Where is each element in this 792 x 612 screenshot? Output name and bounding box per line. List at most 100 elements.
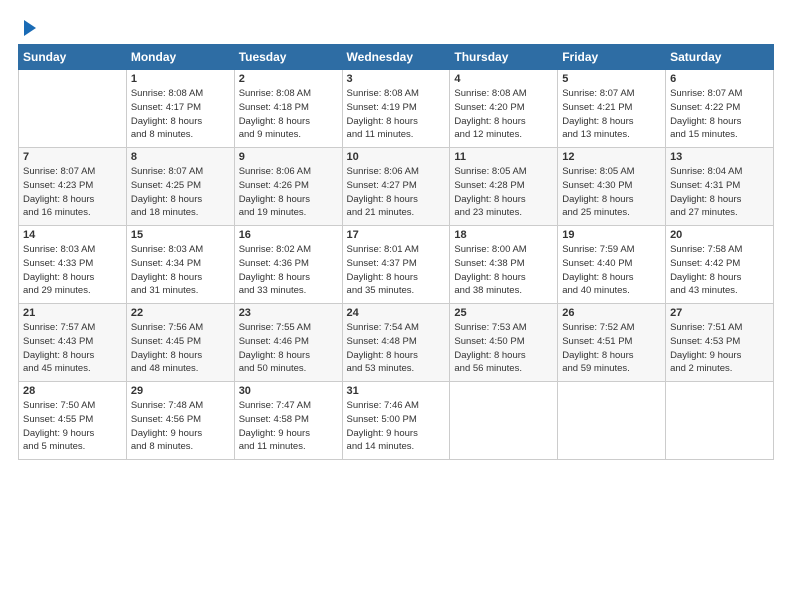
- cell-info: Sunrise: 8:02 AMSunset: 4:36 PMDaylight:…: [239, 243, 338, 298]
- cell-info: Sunrise: 7:50 AMSunset: 4:55 PMDaylight:…: [23, 399, 122, 454]
- calendar-cell: 4Sunrise: 8:08 AMSunset: 4:20 PMDaylight…: [450, 70, 558, 148]
- calendar-cell: 11 Sunrise: 8:05 AMSunset: 4:28 PMDayligh…: [450, 148, 558, 226]
- calendar-cell: 21 Sunrise: 7:57 AMSunset: 4:43 PMDayligh…: [19, 304, 127, 382]
- week-row-2: 7 Sunrise: 8:07 AMSunset: 4:23 PMDaylight…: [19, 148, 774, 226]
- cell-info: Sunrise: 8:06 AMSunset: 4:27 PMDaylight:…: [347, 165, 446, 220]
- calendar-cell: 16 Sunrise: 8:02 AMSunset: 4:36 PMDayligh…: [234, 226, 342, 304]
- day-number: 6: [670, 73, 769, 85]
- calendar-cell: 20 Sunrise: 7:58 AMSunset: 4:42 PMDayligh…: [666, 226, 774, 304]
- cell-info: Sunrise: 7:46 AMSunset: 5:00 PMDaylight:…: [347, 399, 446, 454]
- day-number: 7: [23, 151, 122, 163]
- cell-info: Sunrise: 7:51 AMSunset: 4:53 PMDaylight:…: [670, 321, 769, 376]
- calendar-cell: 1 Sunrise: 8:08 AMSunset: 4:17 PMDaylight…: [126, 70, 234, 148]
- cell-info: Sunrise: 8:05 AMSunset: 4:28 PMDaylight:…: [454, 165, 553, 220]
- col-header-thursday: Thursday: [450, 45, 558, 70]
- cell-info: Sunrise: 8:03 AMSunset: 4:33 PMDaylight:…: [23, 243, 122, 298]
- calendar-cell: 31 Sunrise: 7:46 AMSunset: 5:00 PMDayligh…: [342, 382, 450, 460]
- week-row-1: 1 Sunrise: 8:08 AMSunset: 4:17 PMDaylight…: [19, 70, 774, 148]
- cell-info: Sunrise: 7:47 AMSunset: 4:58 PMDaylight:…: [239, 399, 338, 454]
- calendar-cell: 30 Sunrise: 7:47 AMSunset: 4:58 PMDayligh…: [234, 382, 342, 460]
- cell-info: Sunrise: 8:07 AMSunset: 4:23 PMDaylight:…: [23, 165, 122, 220]
- calendar-cell: 9 Sunrise: 8:06 AMSunset: 4:26 PMDaylight…: [234, 148, 342, 226]
- calendar-cell: 25 Sunrise: 7:53 AMSunset: 4:50 PMDayligh…: [450, 304, 558, 382]
- day-number: 22: [131, 307, 230, 319]
- col-header-wednesday: Wednesday: [342, 45, 450, 70]
- cell-info: Sunrise: 8:08 AMSunset: 4:20 PMDaylight:…: [454, 87, 553, 142]
- cell-info: Sunrise: 8:04 AMSunset: 4:31 PMDaylight:…: [670, 165, 769, 220]
- day-number: 19: [562, 229, 661, 241]
- day-number: 8: [131, 151, 230, 163]
- day-number: 11: [454, 151, 553, 163]
- cell-info: Sunrise: 7:52 AMSunset: 4:51 PMDaylight:…: [562, 321, 661, 376]
- calendar-cell: 14 Sunrise: 8:03 AMSunset: 4:33 PMDayligh…: [19, 226, 127, 304]
- day-number: 18: [454, 229, 553, 241]
- calendar-cell: 13 Sunrise: 8:04 AMSunset: 4:31 PMDayligh…: [666, 148, 774, 226]
- calendar-cell: 7 Sunrise: 8:07 AMSunset: 4:23 PMDaylight…: [19, 148, 127, 226]
- cell-info: Sunrise: 8:08 AMSunset: 4:18 PMDaylight:…: [239, 87, 338, 142]
- calendar-cell: 23 Sunrise: 7:55 AMSunset: 4:46 PMDayligh…: [234, 304, 342, 382]
- calendar-cell: [558, 382, 666, 460]
- day-number: 1: [131, 73, 230, 85]
- header: [18, 18, 774, 34]
- cell-info: Sunrise: 7:55 AMSunset: 4:46 PMDaylight:…: [239, 321, 338, 376]
- day-number: 16: [239, 229, 338, 241]
- cell-info: Sunrise: 7:58 AMSunset: 4:42 PMDaylight:…: [670, 243, 769, 298]
- day-number: 3: [347, 73, 446, 85]
- cell-info: Sunrise: 8:00 AMSunset: 4:38 PMDaylight:…: [454, 243, 553, 298]
- cell-info: Sunrise: 8:08 AMSunset: 4:19 PMDaylight:…: [347, 87, 446, 142]
- day-number: 26: [562, 307, 661, 319]
- day-number: 9: [239, 151, 338, 163]
- calendar-cell: 24Sunrise: 7:54 AMSunset: 4:48 PMDayligh…: [342, 304, 450, 382]
- day-number: 23: [239, 307, 338, 319]
- cell-info: Sunrise: 8:01 AMSunset: 4:37 PMDaylight:…: [347, 243, 446, 298]
- col-header-friday: Friday: [558, 45, 666, 70]
- week-row-3: 14 Sunrise: 8:03 AMSunset: 4:33 PMDayligh…: [19, 226, 774, 304]
- calendar-cell: 18 Sunrise: 8:00 AMSunset: 4:38 PMDayligh…: [450, 226, 558, 304]
- cell-info: Sunrise: 7:59 AMSunset: 4:40 PMDaylight:…: [562, 243, 661, 298]
- calendar-cell: 26 Sunrise: 7:52 AMSunset: 4:51 PMDayligh…: [558, 304, 666, 382]
- calendar-cell: 10 Sunrise: 8:06 AMSunset: 4:27 PMDayligh…: [342, 148, 450, 226]
- day-number: 25: [454, 307, 553, 319]
- cell-info: Sunrise: 8:06 AMSunset: 4:26 PMDaylight:…: [239, 165, 338, 220]
- day-number: 20: [670, 229, 769, 241]
- col-header-saturday: Saturday: [666, 45, 774, 70]
- week-row-4: 21 Sunrise: 7:57 AMSunset: 4:43 PMDayligh…: [19, 304, 774, 382]
- calendar-cell: 29 Sunrise: 7:48 AMSunset: 4:56 PMDayligh…: [126, 382, 234, 460]
- calendar-table: SundayMondayTuesdayWednesdayThursdayFrid…: [18, 44, 774, 460]
- calendar-cell: 22 Sunrise: 7:56 AMSunset: 4:45 PMDayligh…: [126, 304, 234, 382]
- cell-info: Sunrise: 7:57 AMSunset: 4:43 PMDaylight:…: [23, 321, 122, 376]
- header-row: SundayMondayTuesdayWednesdayThursdayFrid…: [19, 45, 774, 70]
- cell-info: Sunrise: 8:07 AMSunset: 4:25 PMDaylight:…: [131, 165, 230, 220]
- week-row-5: 28Sunrise: 7:50 AMSunset: 4:55 PMDayligh…: [19, 382, 774, 460]
- calendar-cell: [450, 382, 558, 460]
- col-header-tuesday: Tuesday: [234, 45, 342, 70]
- cell-info: Sunrise: 7:56 AMSunset: 4:45 PMDaylight:…: [131, 321, 230, 376]
- day-number: 10: [347, 151, 446, 163]
- day-number: 21: [23, 307, 122, 319]
- day-number: 13: [670, 151, 769, 163]
- cell-info: Sunrise: 7:53 AMSunset: 4:50 PMDaylight:…: [454, 321, 553, 376]
- calendar-cell: 8 Sunrise: 8:07 AMSunset: 4:25 PMDaylight…: [126, 148, 234, 226]
- calendar-cell: 15 Sunrise: 8:03 AMSunset: 4:34 PMDayligh…: [126, 226, 234, 304]
- calendar-cell: 6 Sunrise: 8:07 AMSunset: 4:22 PMDaylight…: [666, 70, 774, 148]
- cell-info: Sunrise: 7:54 AMSunset: 4:48 PMDaylight:…: [347, 321, 446, 376]
- day-number: 15: [131, 229, 230, 241]
- day-number: 14: [23, 229, 122, 241]
- cell-info: Sunrise: 8:08 AMSunset: 4:17 PMDaylight:…: [131, 87, 230, 142]
- cell-info: Sunrise: 8:03 AMSunset: 4:34 PMDaylight:…: [131, 243, 230, 298]
- calendar-cell: 28Sunrise: 7:50 AMSunset: 4:55 PMDayligh…: [19, 382, 127, 460]
- day-number: 2: [239, 73, 338, 85]
- col-header-sunday: Sunday: [19, 45, 127, 70]
- calendar-cell: 12Sunrise: 8:05 AMSunset: 4:30 PMDayligh…: [558, 148, 666, 226]
- calendar-cell: 3 Sunrise: 8:08 AMSunset: 4:19 PMDaylight…: [342, 70, 450, 148]
- cell-info: Sunrise: 7:48 AMSunset: 4:56 PMDaylight:…: [131, 399, 230, 454]
- day-number: 31: [347, 385, 446, 397]
- calendar-cell: 27Sunrise: 7:51 AMSunset: 4:53 PMDayligh…: [666, 304, 774, 382]
- calendar-cell: [666, 382, 774, 460]
- day-number: 30: [239, 385, 338, 397]
- cell-info: Sunrise: 8:07 AMSunset: 4:21 PMDaylight:…: [562, 87, 661, 142]
- cell-info: Sunrise: 8:07 AMSunset: 4:22 PMDaylight:…: [670, 87, 769, 142]
- day-number: 29: [131, 385, 230, 397]
- day-number: 5: [562, 73, 661, 85]
- calendar-cell: 5 Sunrise: 8:07 AMSunset: 4:21 PMDaylight…: [558, 70, 666, 148]
